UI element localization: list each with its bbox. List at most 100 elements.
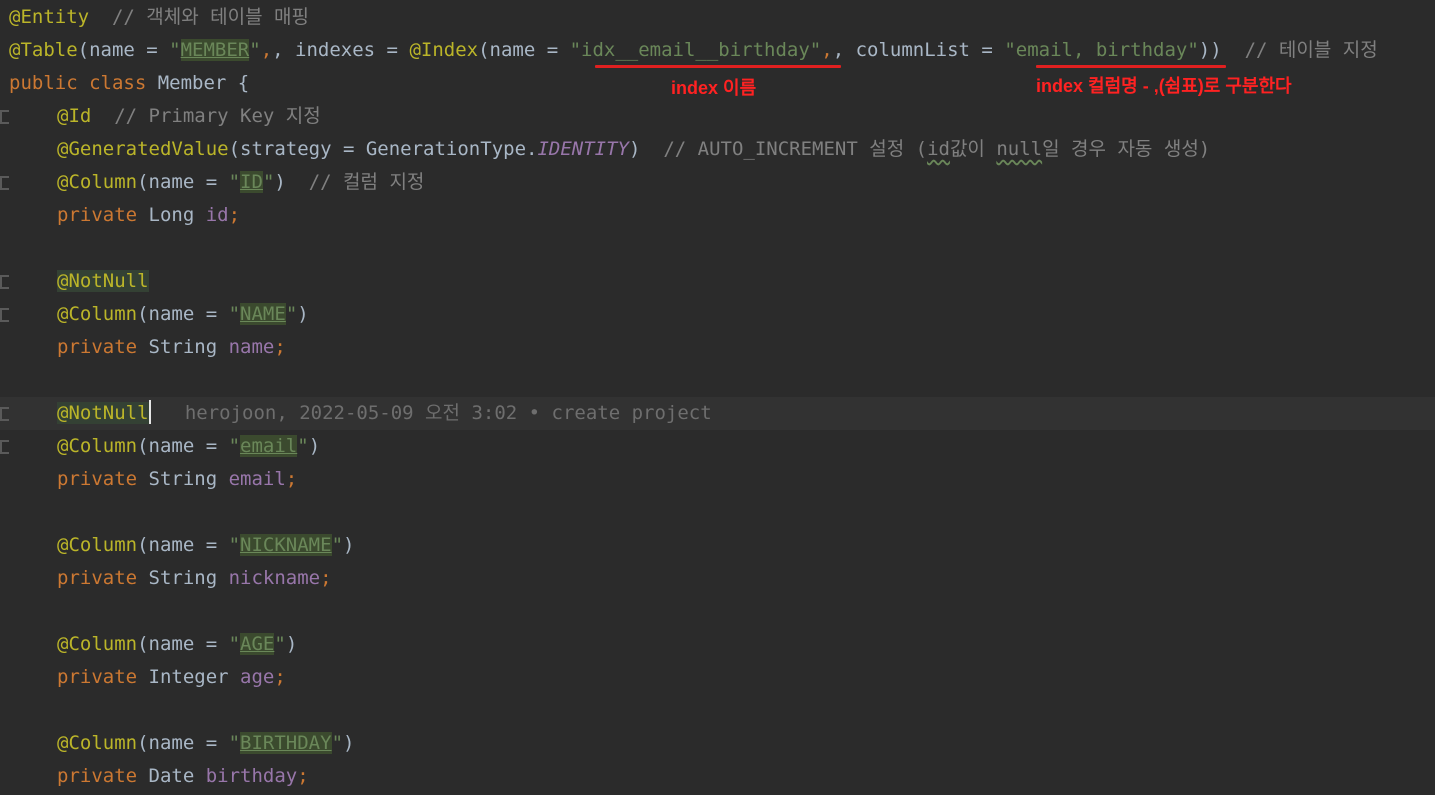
code-text: (name = <box>77 39 170 61</box>
code-line-11[interactable]: private String name; <box>0 331 1435 364</box>
identity-constant: IDENTITY <box>537 138 629 160</box>
code-text: ) <box>343 732 355 754</box>
code-text: ) <box>628 138 641 160</box>
semicolon: ; <box>228 204 241 226</box>
quote: " <box>169 39 181 61</box>
code-line-5[interactable]: @GeneratedValue(strategy = GenerationTyp… <box>0 133 1435 166</box>
generated-value-annotation: @GeneratedValue <box>57 138 229 160</box>
code-line-18[interactable]: private String nickname; <box>0 562 1435 595</box>
line-comment: // 컬럼 지정 <box>308 171 425 193</box>
code-line-9[interactable]: @NotNull <box>0 265 1435 298</box>
code-line-6[interactable]: @Column(name = "ID") // 컬럼 지정 <box>0 166 1435 199</box>
code-text: (name = <box>137 303 229 325</box>
id-annotation: @Id <box>57 105 92 127</box>
code-line-16[interactable] <box>0 496 1435 529</box>
code-line-22[interactable] <box>0 694 1435 727</box>
type-name: Integer <box>137 666 241 688</box>
quote: " <box>228 435 241 457</box>
code-line-8[interactable] <box>0 232 1435 265</box>
fold-marker-icon[interactable] <box>0 407 9 421</box>
quote: " <box>331 732 344 754</box>
notnull-annotation: @NotNull <box>57 402 149 424</box>
line-comment: // AUTO_INCREMENT 설정 (id값이 null일 경우 자동 생… <box>663 138 1210 160</box>
field-name: email <box>228 468 286 490</box>
field-name: age <box>240 666 275 688</box>
code-line-19[interactable] <box>0 595 1435 628</box>
code-line-7[interactable]: private Long id; <box>0 199 1435 232</box>
comma: , <box>821 39 833 61</box>
code-text: ) <box>308 435 321 457</box>
code-line-10[interactable]: @Column(name = "NAME") <box>0 298 1435 331</box>
semicolon: ; <box>274 336 286 358</box>
code-line-4[interactable]: @Id // Primary Key 지정 <box>0 100 1435 133</box>
fold-marker-icon[interactable] <box>0 275 9 289</box>
notnull-annotation: @NotNull <box>57 270 149 292</box>
code-text: ) <box>297 303 309 325</box>
type-name: String <box>137 336 229 358</box>
table-name-string: MEMBER <box>180 39 250 61</box>
code-line-2[interactable]: @Table(name = "MEMBER",, indexes = @Inde… <box>0 34 1435 67</box>
comma: , <box>260 39 273 61</box>
quote: " <box>228 633 241 655</box>
text-caret <box>148 400 151 424</box>
code-line-14[interactable]: @Column(name = "email") <box>0 430 1435 463</box>
fold-marker-icon[interactable] <box>0 110 9 124</box>
private-keyword: private <box>57 204 138 226</box>
code-line-17[interactable]: @Column(name = "NICKNAME") <box>0 529 1435 562</box>
quote: " <box>228 171 241 193</box>
code-line-12[interactable] <box>0 364 1435 397</box>
class-keyword: class <box>89 72 147 94</box>
code-text: ) <box>285 633 298 655</box>
column-annotation: @Column <box>57 732 138 754</box>
code-editor[interactable]: @Entity // 객체와 테이블 매핑 @Table(name = "MEM… <box>0 0 1435 795</box>
index-name-underline <box>595 65 841 68</box>
column-annotation: @Column <box>57 435 138 457</box>
column-name-string: ID <box>240 171 263 193</box>
line-comment: // Primary Key 지정 <box>114 105 321 127</box>
entity-annotation: @Entity <box>9 6 90 28</box>
private-keyword: private <box>57 666 138 688</box>
code-text: (name = <box>478 39 570 61</box>
code-text: (name = <box>137 171 229 193</box>
column-name-string: AGE <box>240 633 275 655</box>
code-line-15[interactable]: private String email; <box>0 463 1435 496</box>
git-blame-annotation[interactable]: herojoon, 2022-05-09 오전 3:02 • create pr… <box>185 402 712 424</box>
field-name: nickname <box>228 567 321 589</box>
code-line-23[interactable]: @Column(name = "BIRTHDAY") <box>0 727 1435 760</box>
fold-marker-icon[interactable] <box>0 440 9 454</box>
code-text: , indexes = <box>272 39 410 61</box>
comment-text: // AUTO_INCREMENT 설정 ( <box>663 138 928 160</box>
fold-marker-icon[interactable] <box>0 176 9 190</box>
spellcheck-word: id <box>927 138 950 160</box>
quote: " <box>262 171 275 193</box>
index-columns-callout: index 컬럼명 - ,(쉼표)로 구분한다 <box>1036 76 1292 96</box>
spellcheck-word: null <box>996 138 1043 160</box>
code-text: (name = <box>137 534 229 556</box>
code-text: )) <box>1198 39 1222 61</box>
type-name: Long <box>137 204 206 226</box>
quote: " <box>331 534 344 556</box>
code-line-13[interactable]: @NotNull herojoon, 2022-05-09 오전 3:02 • … <box>0 397 1435 430</box>
code-text: ) <box>274 171 286 193</box>
fold-marker-icon[interactable] <box>0 308 9 322</box>
private-keyword: private <box>57 765 138 787</box>
column-annotation: @Column <box>57 171 138 193</box>
private-keyword: private <box>57 567 138 589</box>
column-list-underline <box>1036 65 1226 68</box>
code-line-20[interactable]: @Column(name = "AGE") <box>0 628 1435 661</box>
code-text: ) <box>343 534 355 556</box>
column-name-string: NICKNAME <box>240 534 332 556</box>
code-line-1[interactable]: @Entity // 객체와 테이블 매핑 <box>0 1 1435 34</box>
code-text: (strategy = GenerationType. <box>228 138 538 160</box>
semicolon: ; <box>320 567 332 589</box>
column-annotation: @Column <box>57 534 138 556</box>
comment-text: 값이 <box>949 138 997 160</box>
quote: " <box>274 633 286 655</box>
comment-text: 일 경우 자동 생성) <box>1042 138 1211 160</box>
code-line-21[interactable]: private Integer age; <box>0 661 1435 694</box>
code-line-24[interactable]: private Date birthday; <box>0 760 1435 793</box>
code-text: (name = <box>137 732 229 754</box>
field-name: birthday <box>205 765 298 787</box>
semicolon: ; <box>297 765 309 787</box>
semicolon: ; <box>274 666 286 688</box>
